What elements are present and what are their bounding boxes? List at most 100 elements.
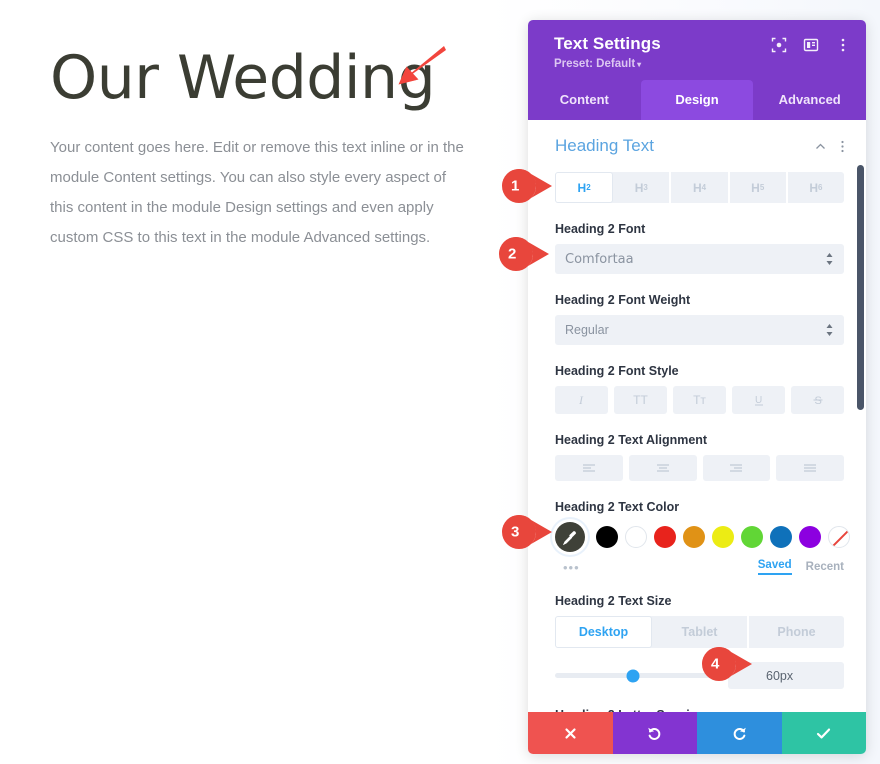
heading-font-field: Heading 2 Font Comfortaa: [528, 222, 866, 274]
device-tab-phone[interactable]: Phone: [749, 616, 844, 648]
uppercase-glyph: TT: [633, 393, 648, 407]
h4-sub: 4: [701, 183, 707, 192]
panel-footer-actions: [528, 712, 866, 754]
svg-text:U: U: [755, 395, 762, 406]
heading-level-tabs: H2 H3 H4 H5 H6: [555, 172, 844, 203]
h3-sub: 3: [643, 183, 648, 192]
heading-font-weight-label: Heading 2 Font Weight: [555, 293, 691, 307]
font-select[interactable]: Comfortaa: [555, 244, 844, 274]
preset-selector[interactable]: Preset: Default ▾: [554, 58, 850, 70]
swatch-orange[interactable]: [683, 526, 705, 548]
slider-handle[interactable]: [626, 669, 640, 682]
align-justify-icon[interactable]: [776, 455, 844, 481]
select-stepper-icon: [825, 252, 834, 266]
h6-sub: 6: [818, 183, 823, 192]
svg-text:I: I: [578, 393, 584, 407]
heading-level-tab-h3[interactable]: H3: [613, 172, 672, 203]
panel-header-icons: [770, 36, 852, 54]
more-colors-icon[interactable]: •••: [563, 560, 758, 575]
strikethrough-icon[interactable]: S: [791, 386, 844, 414]
h5-sub: 5: [759, 183, 765, 192]
redo-button[interactable]: [697, 712, 782, 754]
heading-text-color-field: Heading 2 Text Color ••• Saved Recent: [528, 500, 866, 575]
text-alignment-buttons: [555, 455, 844, 481]
font-weight-select[interactable]: Regular: [555, 315, 844, 345]
heading-letter-spacing-field: Heading 2 Letter Spacing: [528, 708, 866, 712]
heading-level-tab-h2[interactable]: H2: [555, 172, 614, 203]
heading-font-weight-field: Heading 2 Font Weight Regular: [528, 293, 866, 345]
device-tab-tablet[interactable]: Tablet: [652, 616, 749, 648]
heading-level-tab-h4[interactable]: H4: [671, 172, 730, 203]
cancel-button[interactable]: [528, 712, 613, 754]
align-left-icon[interactable]: [555, 455, 623, 481]
swatch-yellow[interactable]: [712, 526, 734, 548]
smallcaps-icon[interactable]: Tᴛ: [673, 386, 726, 414]
heading-font-style-field: Heading 2 Font Style I TT Tᴛ U S: [528, 364, 866, 414]
tab-design[interactable]: Design: [640, 80, 754, 120]
font-weight-select-value: Regular: [565, 323, 609, 337]
font-select-value: Comfortaa: [565, 251, 634, 267]
heading-text-size-label: Heading 2 Text Size: [555, 594, 672, 608]
callout-number: 3: [511, 523, 520, 541]
swatch-black[interactable]: [596, 526, 618, 548]
panel-scrollbar[interactable]: [857, 165, 864, 410]
tab-recent-colors[interactable]: Recent: [806, 561, 844, 573]
uppercase-icon[interactable]: TT: [614, 386, 667, 414]
h3-label: H: [634, 180, 644, 195]
smallcaps-glyph: Tᴛ: [693, 393, 706, 407]
swatch-green[interactable]: [741, 526, 763, 548]
device-tab-desktop[interactable]: Desktop: [555, 616, 652, 648]
heading-level-tabs-field: H2 H3 H4 H5 H6: [528, 172, 866, 203]
tab-advanced[interactable]: Advanced: [753, 80, 866, 120]
align-right-icon[interactable]: [702, 455, 771, 481]
panel-tab-bar: Content Design Advanced: [528, 80, 866, 120]
text-size-slider-row: 60px: [555, 662, 844, 689]
h4-label: H: [692, 180, 702, 195]
annotation-arrow-icon: [396, 44, 450, 88]
h6-label: H: [809, 180, 819, 195]
font-style-buttons: I TT Tᴛ U S: [555, 386, 844, 414]
tab-saved-colors[interactable]: Saved: [757, 559, 792, 575]
kebab-menu-icon[interactable]: [834, 36, 852, 54]
eyedropper-icon[interactable]: [555, 522, 585, 552]
callout-number: 1: [511, 177, 520, 195]
heading-text-alignment-field: Heading 2 Text Alignment: [528, 433, 866, 481]
align-center-icon[interactable]: [628, 455, 697, 481]
swatch-white[interactable]: [625, 526, 647, 548]
h2-label: H: [577, 180, 587, 195]
h5-label: H: [751, 180, 760, 195]
heading-font-style-label: Heading 2 Font Style: [555, 364, 679, 378]
tab-content[interactable]: Content: [528, 80, 641, 120]
focus-frame-icon[interactable]: [770, 36, 788, 54]
color-footer: ••• Saved Recent: [555, 559, 844, 575]
heading-font-label: Heading 2 Font: [555, 222, 646, 236]
heading-letter-spacing-label: Heading 2 Letter Spacing: [555, 708, 844, 712]
section-title: Heading Text: [555, 136, 654, 155]
text-size-slider[interactable]: [555, 669, 718, 682]
heading-text-color-label: Heading 2 Text Color: [555, 500, 680, 514]
italic-icon[interactable]: I: [555, 386, 608, 414]
swatch-transparent[interactable]: [828, 526, 850, 548]
chevron-up-icon[interactable]: [812, 138, 828, 154]
swatch-blue[interactable]: [770, 526, 792, 548]
swatch-red[interactable]: [654, 526, 676, 548]
panel-header: Text Settings Preset: Default ▾: [528, 20, 866, 80]
h2-sub: 2: [586, 183, 591, 192]
text-settings-panel: Text Settings Preset: Default ▾ Content …: [528, 20, 866, 754]
device-tabs: Desktop Tablet Phone: [555, 616, 844, 648]
section-header-heading-text: Heading Text: [528, 136, 866, 156]
swatch-purple[interactable]: [799, 526, 821, 548]
page-body-text[interactable]: Your content goes here. Edit or remove t…: [50, 133, 470, 253]
underline-icon[interactable]: U: [732, 386, 785, 414]
heading-text-alignment-label: Heading 2 Text Alignment: [555, 433, 708, 447]
heading-level-tab-h6[interactable]: H6: [788, 172, 844, 203]
text-size-value[interactable]: 60px: [728, 662, 844, 689]
layout-panel-icon[interactable]: [802, 36, 820, 54]
save-button[interactable]: [781, 712, 866, 754]
section-kebab-menu-icon[interactable]: [834, 138, 850, 154]
preset-label: Preset: Default: [554, 58, 636, 70]
undo-button[interactable]: [612, 712, 697, 754]
heading-text-size-field: Heading 2 Text Size Desktop Tablet Phone…: [528, 594, 866, 689]
svg-text:S: S: [814, 395, 821, 407]
heading-level-tab-h5[interactable]: H5: [730, 172, 788, 203]
